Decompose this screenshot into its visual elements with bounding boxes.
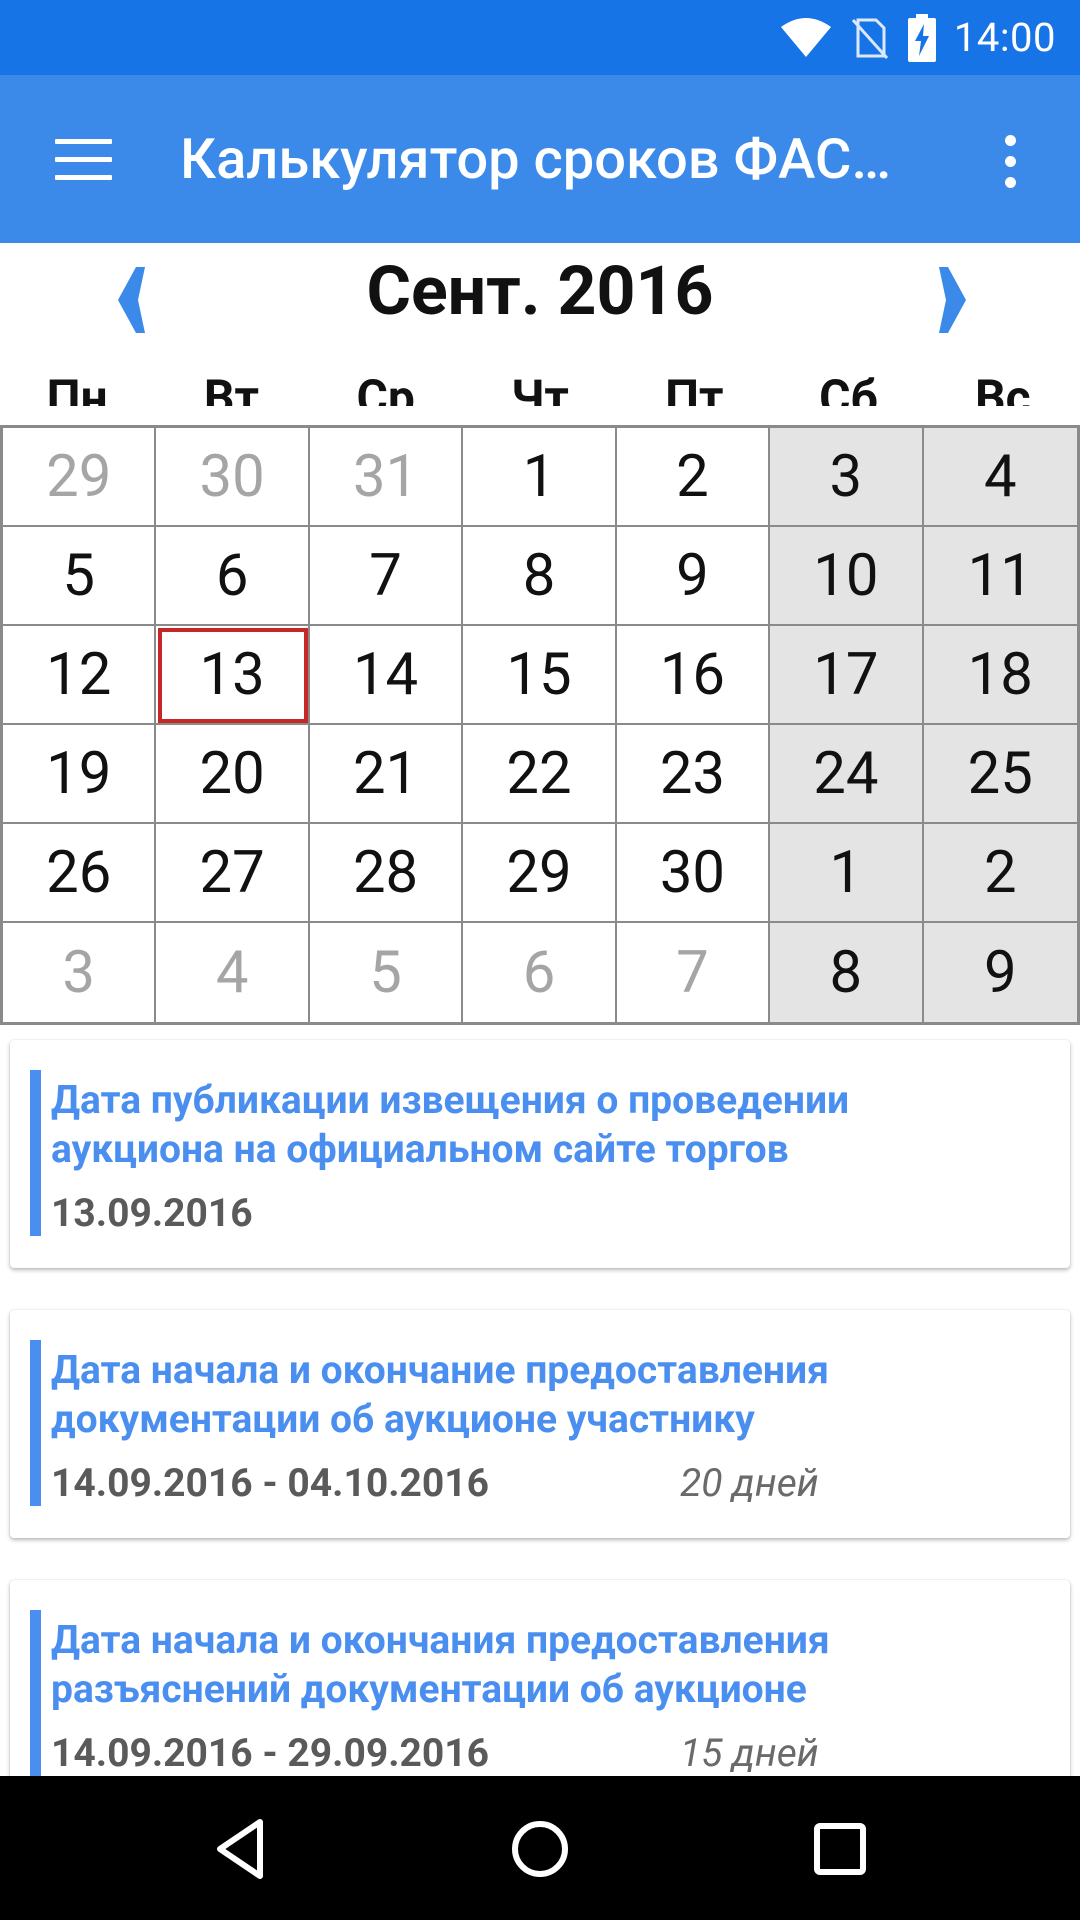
calendar-day[interactable]: 30	[156, 428, 310, 527]
calendar-day[interactable]: 19	[3, 725, 157, 824]
navigation-bar	[0, 1776, 1080, 1920]
calendar-day[interactable]: 8	[463, 527, 617, 626]
weekday-header: Пн Вт Ср Чт Пт Сб Вс	[0, 358, 1080, 406]
calendar-day[interactable]: 17	[770, 626, 924, 725]
recent-apps-icon[interactable]	[805, 1814, 875, 1884]
calendar-day[interactable]: 9	[616, 527, 771, 626]
card-title: Дата начала и окончание предоставления д…	[51, 1347, 829, 1442]
calendar-day[interactable]: 4	[156, 923, 310, 1022]
deadline-card-publication[interactable]: Дата публикации извещения о проведении а…	[10, 1040, 1070, 1268]
calendar-day[interactable]: 6	[463, 923, 617, 1022]
calendar-day[interactable]: 4	[923, 428, 1077, 527]
overflow-menu-icon[interactable]	[996, 133, 1032, 189]
card-accent-bar	[30, 1610, 41, 1776]
calendar-day[interactable]: 16	[616, 626, 771, 725]
weekday-label: Вт	[203, 369, 259, 406]
card-dates: 14.09.2016 - 29.09.2016	[51, 1730, 490, 1776]
calendar-day[interactable]: 28	[309, 824, 464, 923]
calendar-day[interactable]: 1	[463, 428, 617, 527]
month-header: Сент. 2016	[0, 243, 1080, 348]
home-icon[interactable]	[505, 1814, 575, 1884]
card-days-count: 15 дней	[680, 1730, 819, 1776]
calendar-day[interactable]: 29	[463, 824, 617, 923]
calendar-day[interactable]: 14	[309, 626, 464, 725]
calendar-day-selected[interactable]: 13	[156, 626, 310, 725]
calendar-grid: 29 30 31 1 2 3 4 5 6 7 8 9 10 11 12 13 14 15 16 17 18 19 20 21 2…	[0, 425, 1080, 1025]
calendar-day[interactable]: 3	[3, 923, 157, 1022]
app-bar: Калькулятор сроков ФАС…	[0, 75, 1080, 243]
card-title: Дата публикации извещения о проведении а…	[51, 1077, 850, 1172]
calendar-day[interactable]: 11	[923, 527, 1077, 626]
weekday-label: Пн	[46, 369, 108, 406]
weekday-label: Сб	[819, 369, 878, 406]
calendar-day[interactable]: 15	[463, 626, 617, 725]
weekday-label: Чт	[511, 369, 569, 406]
status-bar: 14:00	[0, 0, 1080, 75]
deadline-list: Дата публикации извещения о проведении а…	[0, 1025, 1080, 1776]
month-title: Сент. 2016	[366, 251, 714, 331]
weekday-label: Пт	[665, 369, 724, 406]
calendar-day[interactable]: 12	[3, 626, 157, 725]
calendar-day[interactable]: 24	[770, 725, 924, 824]
calendar-day[interactable]: 10	[770, 527, 924, 626]
calendar-day[interactable]: 31	[309, 428, 464, 527]
deadline-card-documentation[interactable]: Дата начала и окончание предоставления д…	[10, 1310, 1070, 1538]
chevron-right-icon[interactable]	[930, 265, 970, 335]
calendar-day[interactable]: 18	[923, 626, 1077, 725]
calendar-day[interactable]: 2	[616, 428, 771, 527]
calendar-day[interactable]: 22	[463, 725, 617, 824]
status-icons: 14:00	[780, 0, 1056, 75]
card-title: Дата начала и окончания предоставления р…	[51, 1617, 830, 1712]
calendar-day[interactable]: 30	[616, 824, 771, 923]
calendar-day[interactable]: 20	[156, 725, 310, 824]
card-days-count: 20 дней	[680, 1460, 819, 1506]
calendar-day[interactable]: 7	[617, 923, 771, 1022]
calendar-day[interactable]: 9	[923, 923, 1077, 1022]
menu-icon[interactable]	[55, 137, 112, 181]
battery-charging-icon	[907, 13, 936, 62]
calendar-day[interactable]: 1	[770, 824, 924, 923]
calendar-day[interactable]: 2	[923, 824, 1077, 923]
card-dates: 13.09.2016	[51, 1190, 253, 1236]
calendar-day[interactable]: 27	[156, 824, 310, 923]
app-title: Калькулятор сроков ФАС…	[180, 126, 892, 192]
wifi-icon	[780, 17, 831, 57]
back-icon[interactable]	[206, 1814, 276, 1884]
calendar-day[interactable]: 25	[923, 725, 1077, 824]
calendar-day[interactable]: 3	[770, 428, 924, 527]
calendar-day[interactable]: 6	[156, 527, 310, 626]
no-sim-icon	[851, 18, 889, 59]
weekday-label: Вс	[975, 369, 1031, 406]
calendar-day[interactable]: 8	[770, 923, 924, 1022]
calendar-day[interactable]: 5	[3, 527, 157, 626]
calendar-day[interactable]: 21	[309, 725, 464, 824]
calendar-day[interactable]: 29	[3, 428, 157, 527]
card-accent-bar	[30, 1070, 41, 1236]
calendar-day[interactable]: 26	[3, 824, 157, 923]
calendar-day[interactable]: 7	[309, 527, 464, 626]
card-dates: 14.09.2016 - 04.10.2016	[51, 1460, 490, 1506]
calendar-day[interactable]: 23	[616, 725, 771, 824]
status-time: 14:00	[953, 14, 1056, 61]
weekday-label: Ср	[356, 369, 415, 406]
deadline-card-clarifications[interactable]: Дата начала и окончания предоставления р…	[10, 1580, 1070, 1776]
card-accent-bar	[30, 1340, 41, 1506]
calendar-day[interactable]: 5	[310, 923, 464, 1022]
